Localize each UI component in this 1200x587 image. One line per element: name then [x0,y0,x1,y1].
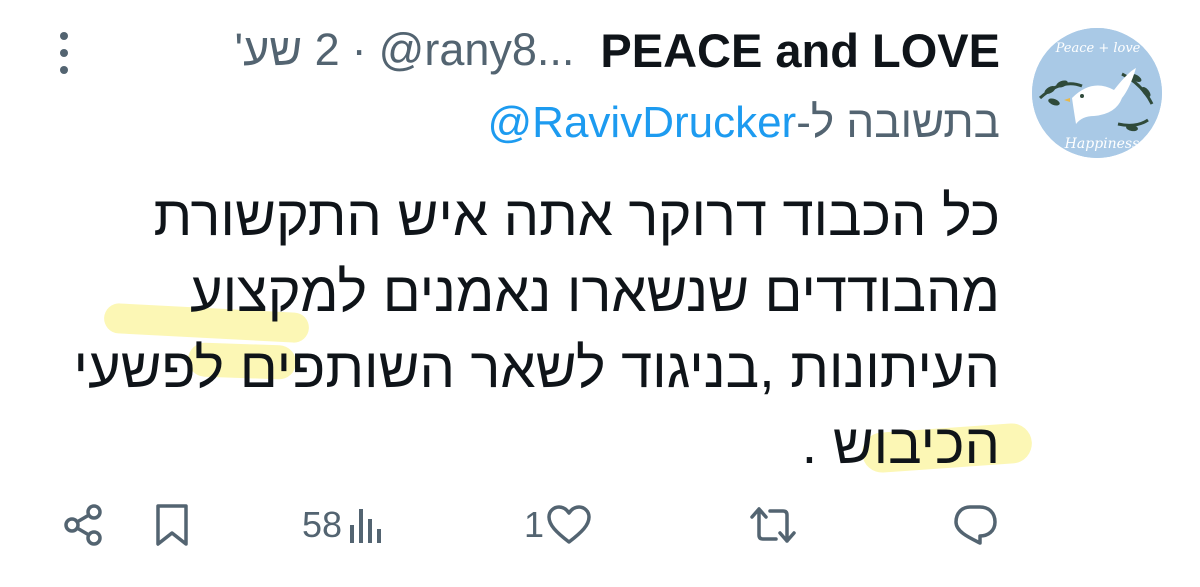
bookmark-button[interactable] [152,490,192,560]
replying-to-line: @RavivDrucker בתשובה ל- [488,94,1001,152]
retweet-button[interactable] [748,490,798,560]
tweet-time[interactable]: 2 שע' [234,24,339,76]
bookmark-icon [156,504,188,546]
tweet-body-line: העיתונות ,בניגוד לשאר השותפים לפשעי [73,336,1000,399]
tweet-action-bar: 58 1 [0,490,1200,560]
tweet-body: כל הכבוד דרוקר אתה איש התקשורת מהבודדים … [60,178,1000,482]
tweet-body-line: כל הכבוד דרוקר אתה איש התקשורת [153,184,1000,247]
retweet-icon [750,507,796,543]
tweet-body-line: הכיבוש . [801,412,1000,475]
tweet-body-line: מהבודדים שנשארו נאמנים למקצוע [189,260,1000,323]
more-options-icon[interactable] [54,30,74,76]
likes-count: 1 [524,504,545,545]
heart-icon [547,505,591,544]
share-icon [64,504,102,546]
like-button[interactable]: 1 [524,490,592,560]
avatar[interactable]: Peace + love Happiness [1032,28,1162,158]
avatar-text-bottom: Happiness [1064,136,1140,152]
avatar-text-top: Peace + love [1055,41,1141,56]
reply-prefix: בתשובה ל- [796,98,1000,147]
views-button[interactable]: 58 [302,490,384,560]
views-icon [350,509,382,543]
separator-dot: · [351,24,367,75]
reply-mention-link[interactable]: @RavivDrucker [488,98,797,148]
tweet[interactable]: 2 שע' · @rany8... PEACE and LOVE Peace +… [0,0,1200,587]
views-count: 58 [302,504,343,545]
author-display-name[interactable]: PEACE and LOVE [600,23,1000,78]
reply-button[interactable] [952,490,998,560]
share-button[interactable] [62,490,106,560]
tweet-header: 2 שע' · @rany8... PEACE and LOVE [234,20,1000,80]
reply-icon [954,505,997,545]
dove-avatar-image: Peace + love Happiness [1032,28,1162,158]
author-handle[interactable]: @rany8... [379,24,575,76]
